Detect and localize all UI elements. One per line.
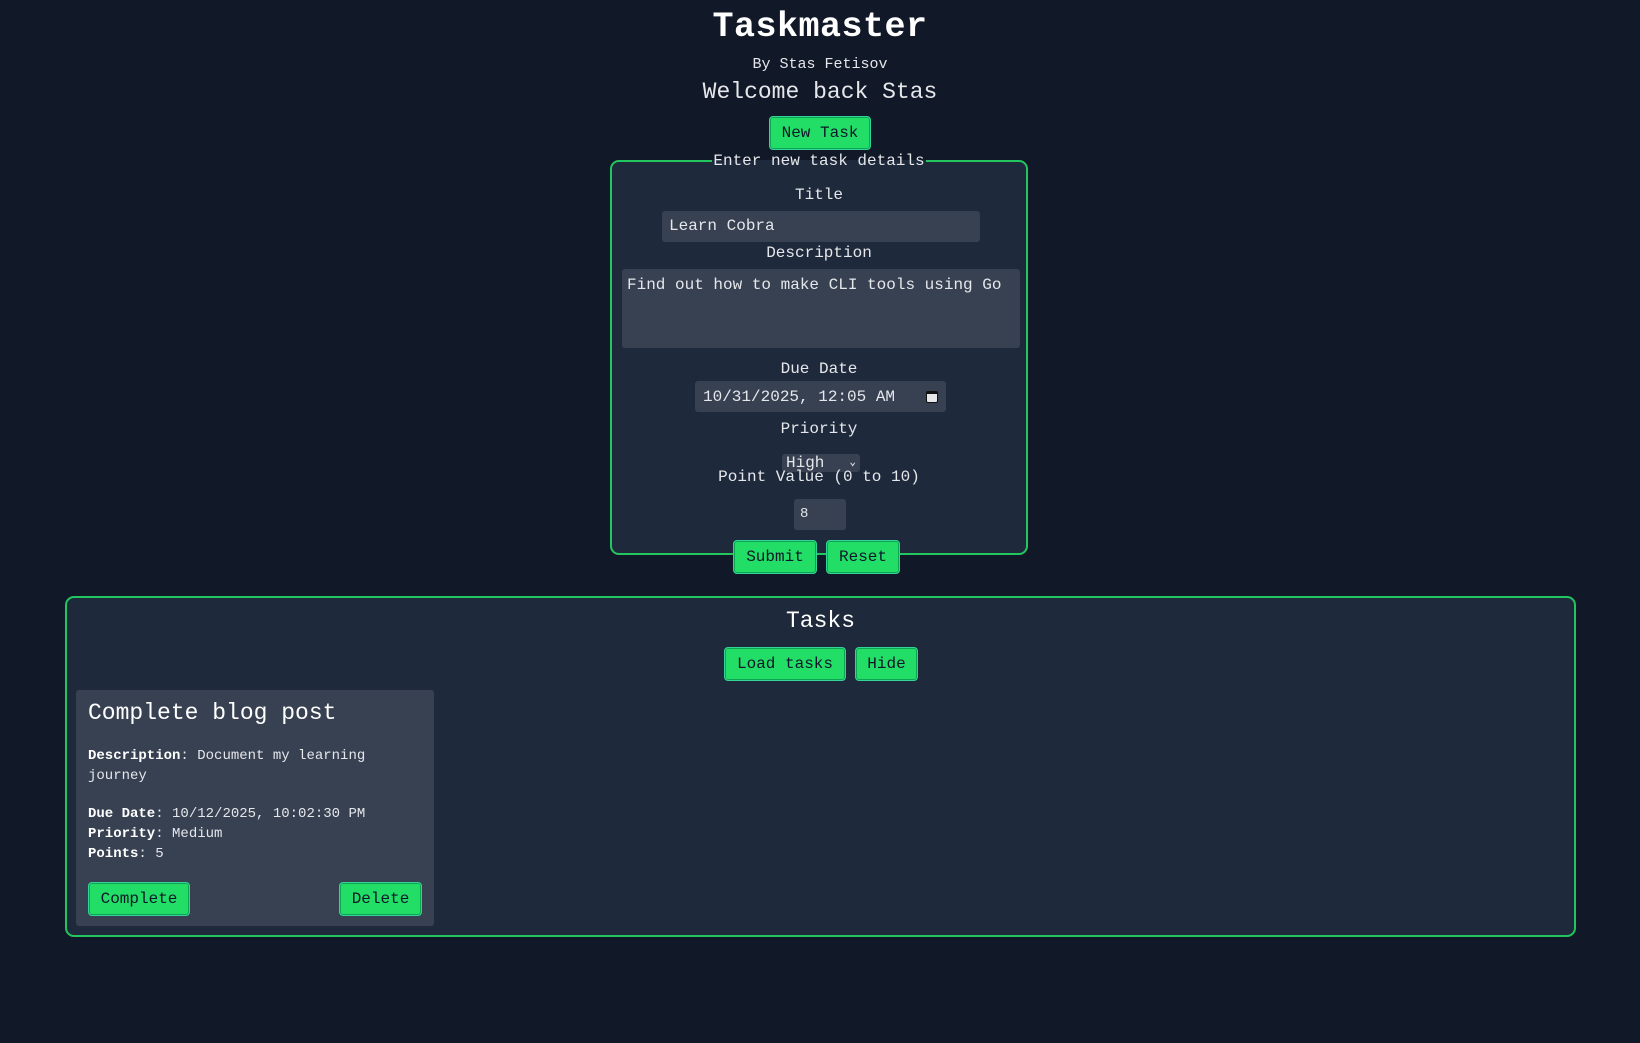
due-date-label: Due Date xyxy=(780,360,858,378)
task-due-date: Due Date: 10/12/2025, 10:02:30 PM xyxy=(88,806,366,822)
title-label: Title xyxy=(794,186,843,204)
points-label: Point Value (0 to 10) xyxy=(718,468,920,486)
task-due-date-value: 10/12/2025, 10:02:30 PM xyxy=(172,806,366,822)
due-date-value: 10/31/2025, 12:05 AM xyxy=(703,387,896,406)
task-priority-key: Priority xyxy=(88,826,156,842)
page: Taskmaster By Stas Fetisov Welcome back … xyxy=(0,0,1640,1043)
task-description: Description: Document my learning journe… xyxy=(88,748,366,784)
task-points-key: Points xyxy=(88,846,139,862)
submit-button[interactable]: Submit xyxy=(733,540,817,574)
byline: By Stas Fetisov xyxy=(752,56,888,73)
tasks-heading: Tasks xyxy=(785,608,855,634)
form-legend: Enter new task details xyxy=(713,152,925,170)
welcome-message: Welcome back Stas xyxy=(702,79,938,105)
app-title: Taskmaster xyxy=(712,7,928,47)
due-date-input[interactable]: 10/31/2025, 12:05 AM xyxy=(695,381,946,412)
task-priority-value: Medium xyxy=(172,826,223,842)
complete-task-button[interactable]: Complete xyxy=(88,882,190,916)
task-priority: Priority: Medium xyxy=(88,826,223,842)
task-points: Points: 5 xyxy=(88,846,164,862)
reset-button[interactable]: Reset xyxy=(826,540,900,574)
tasks-panel: Tasks Load tasks Hide Complete blog post… xyxy=(65,596,1576,937)
description-label: Description xyxy=(766,244,872,262)
task-card: Complete blog post Description: Document… xyxy=(76,690,434,926)
calendar-icon[interactable] xyxy=(926,390,938,403)
task-title: Complete blog post xyxy=(88,700,337,726)
priority-label: Priority xyxy=(780,420,858,438)
delete-task-button[interactable]: Delete xyxy=(339,882,422,916)
app-header: Taskmaster By Stas Fetisov Welcome back … xyxy=(0,0,1640,106)
new-task-form: Enter new task details Title Learn Cobra… xyxy=(610,152,1028,574)
description-textarea[interactable]: Find out how to make CLI tools using Go xyxy=(622,269,1020,348)
load-tasks-button[interactable]: Load tasks xyxy=(724,647,846,681)
task-due-date-key: Due Date xyxy=(88,806,156,822)
task-description-key: Description xyxy=(88,748,181,764)
title-input[interactable]: Learn Cobra xyxy=(662,211,980,242)
task-points-value: 5 xyxy=(155,846,164,862)
points-input[interactable]: 8 xyxy=(794,499,846,530)
new-task-button[interactable]: New Task xyxy=(769,116,871,150)
hide-tasks-button[interactable]: Hide xyxy=(855,647,918,681)
